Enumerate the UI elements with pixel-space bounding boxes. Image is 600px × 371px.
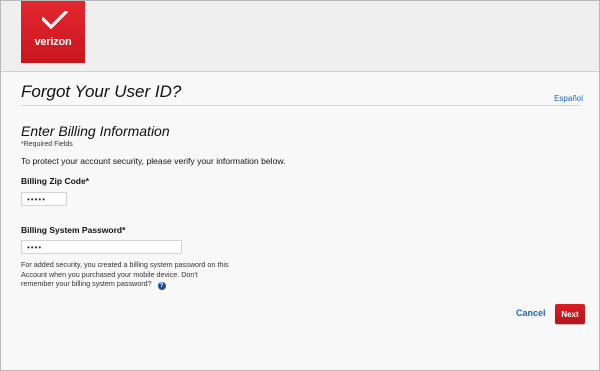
zip-code-field[interactable]: ••••• [21,192,67,206]
question-icon[interactable]: ? [157,282,166,290]
title-divider [21,105,581,106]
cancel-button[interactable]: Cancel [516,308,546,318]
section-title: Enter Billing Information [21,123,170,139]
logo-text: verizon [34,36,72,48]
password-help-copy: For added security, you created a billin… [21,260,229,288]
site-header: verizon [1,1,599,72]
language-link[interactable]: Español [554,94,583,103]
checkmark-icon [42,11,68,30]
zip-code-label: Billing Zip Code* [21,176,89,186]
required-fields-note: *Required Fields [21,141,73,148]
next-button[interactable]: Next [555,304,585,324]
password-help-text: For added security, you created a billin… [21,260,231,290]
main-content: Forgot Your User ID? Español Enter Billi… [1,72,599,370]
billing-password-label: Billing System Password* [21,225,126,235]
billing-password-field[interactable]: •••• [21,240,182,254]
verizon-logo[interactable]: verizon [21,1,85,63]
instruction-text: To protect your account security, please… [21,156,286,166]
page-title: Forgot Your User ID? [21,82,182,101]
page-frame: verizon Forgot Your User ID? Español Ent… [0,0,600,371]
